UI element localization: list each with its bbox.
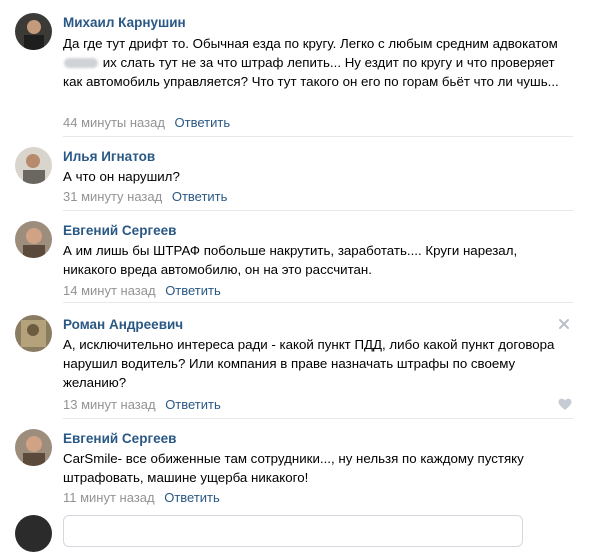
comment-author[interactable]: Роман Андреевич <box>63 317 183 333</box>
comment-meta: 14 минут назад Ответить <box>63 283 221 299</box>
reply-button[interactable]: Ответить <box>165 283 221 298</box>
reply-button[interactable]: Ответить <box>172 189 228 204</box>
comment-input[interactable] <box>63 515 523 547</box>
comment-author[interactable]: Евгений Сергеев <box>63 223 176 239</box>
comment-author[interactable]: Илья Игнатов <box>63 149 155 165</box>
comment-text: А им лишь бы ШТРАФ побольше накрутить, з… <box>63 243 518 277</box>
avatar[interactable] <box>15 13 52 50</box>
comment-author[interactable]: Евгений Сергеев <box>63 431 176 447</box>
avatar[interactable] <box>15 147 52 184</box>
reply-button[interactable]: Ответить <box>165 397 221 412</box>
reply-button[interactable]: Ответить <box>175 115 231 130</box>
comment-meta: 31 минуту назад Ответить <box>63 189 227 205</box>
comment-text-part: их слать тут не за что штраф лепить... Н… <box>63 55 559 89</box>
comment-text: CarSmile- все обиженные там сотрудники..… <box>63 451 524 485</box>
comment-time[interactable]: 11 минут назад <box>63 490 155 505</box>
separator <box>63 210 573 211</box>
comment-time[interactable]: 44 минуты назад <box>63 115 165 130</box>
reply-button[interactable]: Ответить <box>164 490 220 505</box>
comment-meta: 11 минут назад Ответить <box>63 490 220 506</box>
comment-meta: 44 минуты назад Ответить <box>63 115 230 131</box>
comment-text: А, исключительно интереса ради - какой п… <box>63 337 555 390</box>
comment-text: А что он нарушил? <box>63 169 180 184</box>
heart-icon[interactable] <box>558 398 572 411</box>
comment-time[interactable]: 31 минуту назад <box>63 189 162 204</box>
avatar[interactable] <box>15 315 52 352</box>
separator <box>63 302 573 303</box>
avatar[interactable] <box>15 221 52 258</box>
separator <box>63 136 573 137</box>
avatar[interactable] <box>15 429 52 466</box>
separator <box>63 418 573 419</box>
comment-text-part: Да где тут дрифт то. Обычная езда по кру… <box>63 36 558 51</box>
close-icon[interactable] <box>557 317 571 331</box>
comment-time[interactable]: 13 минут назад <box>63 397 156 412</box>
comment-text: Да где тут дрифт то. Обычная езда по кру… <box>63 34 568 91</box>
redacted-text <box>64 58 98 69</box>
comment-time[interactable]: 14 минут назад <box>63 283 156 298</box>
comment-meta: 13 минут назад Ответить <box>63 397 221 413</box>
comment-author[interactable]: Михаил Карнушин <box>63 15 186 31</box>
